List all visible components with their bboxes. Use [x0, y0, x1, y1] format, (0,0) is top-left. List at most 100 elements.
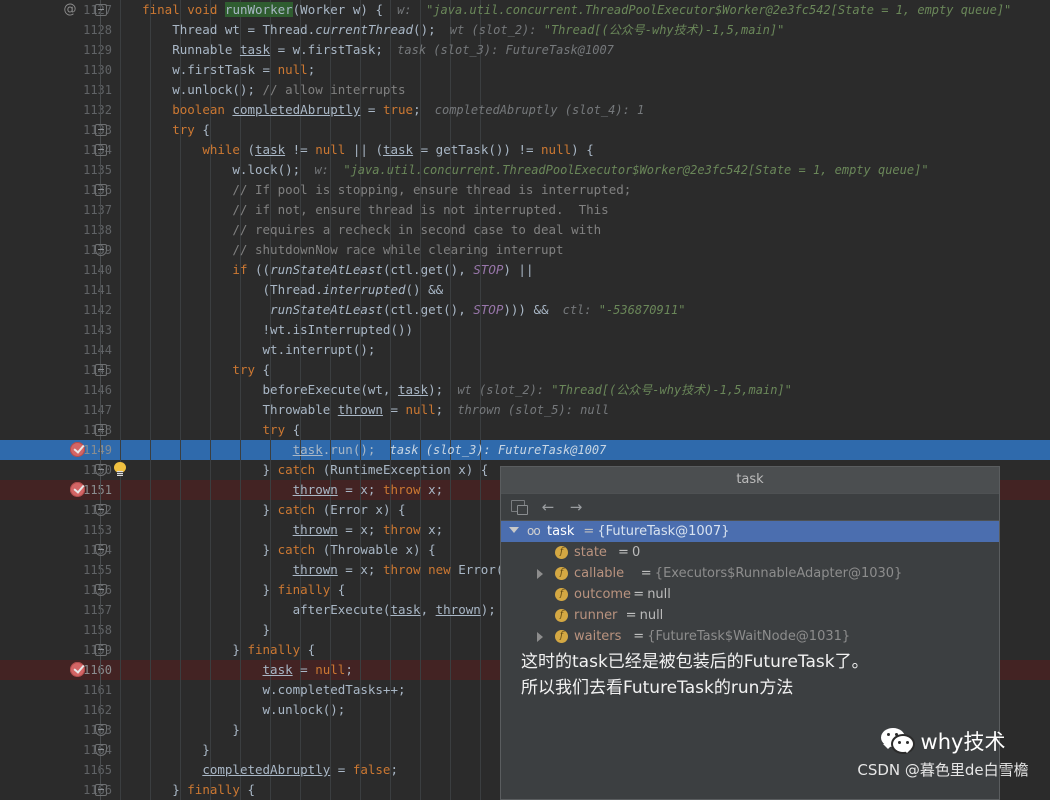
chevron-right-icon[interactable] — [537, 569, 543, 579]
code-token: } — [112, 542, 278, 557]
code-line[interactable]: 1134 while (task != null || (task = getT… — [0, 140, 1050, 160]
code-line[interactable]: 1136 // If pool is stopping, ensure thre… — [0, 180, 1050, 200]
fold-toggle-icon[interactable] — [95, 464, 107, 476]
editor-gutter[interactable]: 1157 — [0, 600, 112, 620]
code-token: try — [172, 122, 195, 137]
frame-icon[interactable] — [511, 499, 529, 515]
code-line[interactable]: 1130 w.firstTask = null; — [0, 60, 1050, 80]
editor-gutter[interactable]: 1149 — [0, 440, 112, 460]
editor-gutter[interactable]: 1162 — [0, 700, 112, 720]
fold-toggle-icon[interactable] — [95, 644, 107, 656]
code-line[interactable]: 1138 // requires a recheck in second cas… — [0, 220, 1050, 240]
variables-tree[interactable]: oo task = {FutureTask@1007} f state = 0 f callabl… — [501, 521, 999, 647]
fold-toggle-icon[interactable] — [95, 4, 107, 16]
variable-row[interactable]: f outcome = null — [501, 584, 999, 605]
code-line[interactable]: 1132 boolean completedAbruptly = true; c… — [0, 100, 1050, 120]
editor-gutter[interactable]: 1140 — [0, 260, 112, 280]
chevron-down-icon[interactable] — [509, 527, 519, 533]
editor-gutter[interactable]: 1161 — [0, 680, 112, 700]
indent-guide — [450, 60, 451, 80]
editor-gutter[interactable]: 1147 — [0, 400, 112, 420]
code-line[interactable]: 1135 w.lock(); w: "java.util.concurrent.… — [0, 160, 1050, 180]
editor-gutter[interactable]: 1155 — [0, 560, 112, 580]
variable-row[interactable]: f waiters = {FutureTask$WaitNode@1031} — [501, 626, 999, 647]
editor-gutter[interactable]: 1143 — [0, 320, 112, 340]
variable-row[interactable]: oo task = {FutureTask@1007} — [501, 521, 999, 542]
code-line[interactable]: 1149 task.run(); task (slot_3): FutureTa… — [0, 440, 1050, 460]
variable-row[interactable]: f state = 0 — [501, 542, 999, 563]
editor-gutter[interactable]: 1144 — [0, 340, 112, 360]
editor-gutter[interactable]: 1138 — [0, 220, 112, 240]
editor-gutter[interactable]: 1132 — [0, 100, 112, 120]
variable-row[interactable]: f callable = {Executors$RunnableAdapter@103… — [501, 563, 999, 584]
code-token: = x; — [337, 562, 383, 577]
indent-guide — [420, 500, 421, 520]
fold-toggle-icon[interactable] — [95, 744, 107, 756]
editor-gutter[interactable]: 1128 — [0, 20, 112, 40]
editor-gutter[interactable]: 1146 — [0, 380, 112, 400]
code-line[interactable]: 1128 Thread wt = Thread.currentThread();… — [0, 20, 1050, 40]
breakpoint-icon[interactable] — [70, 482, 85, 497]
fold-toggle-icon[interactable] — [95, 364, 107, 376]
code-token: } — [112, 462, 278, 477]
code-line[interactable]: 1145 try { — [0, 360, 1050, 380]
fold-toggle-icon[interactable] — [95, 124, 107, 136]
code-line[interactable]: 1137 // if not, ensure thread is not int… — [0, 200, 1050, 220]
hint-label: w: — [382, 3, 427, 17]
fold-toggle-icon[interactable] — [95, 724, 107, 736]
editor-gutter[interactable]: 1129 — [0, 40, 112, 60]
editor-gutter[interactable]: 1131 — [0, 80, 112, 100]
editor-gutter[interactable]: 1137 — [0, 200, 112, 220]
editor-gutter[interactable]: 1160 — [0, 660, 112, 680]
chevron-right-icon[interactable] — [537, 632, 543, 642]
indent-guide — [420, 340, 421, 360]
indent-guide — [420, 120, 421, 140]
arrow-left-icon[interactable]: ← — [539, 499, 557, 515]
code-line[interactable]: 1141 (Thread.interrupted() && — [0, 280, 1050, 300]
fold-toggle-icon[interactable] — [95, 144, 107, 156]
fold-toggle-icon[interactable] — [95, 244, 107, 256]
fold-toggle-icon[interactable] — [95, 184, 107, 196]
hint-value: "java.util.concurrent.ThreadPoolExecutor… — [343, 163, 929, 177]
code-line[interactable]: 1144 wt.interrupt(); — [0, 340, 1050, 360]
code-line[interactable]: 1129 Runnable task = w.firstTask; task (… — [0, 40, 1050, 60]
editor-gutter[interactable]: 1165 — [0, 760, 112, 780]
editor-gutter[interactable]: 1141 — [0, 280, 112, 300]
code-line[interactable]: 1142 runStateAtLeast(ctl.get(), STOP))) … — [0, 300, 1050, 320]
indent-guide — [270, 360, 271, 380]
code-token: thrown — [292, 562, 338, 577]
editor-gutter[interactable]: 1135 — [0, 160, 112, 180]
editor-gutter[interactable]: 1130 — [0, 60, 112, 80]
breakpoint-icon[interactable] — [70, 662, 85, 677]
line-number: 1129 — [83, 43, 112, 57]
arrow-right-icon[interactable]: → — [567, 499, 585, 515]
fold-toggle-icon[interactable] — [95, 504, 107, 516]
editor-gutter[interactable]: 1142 — [0, 300, 112, 320]
editor-gutter[interactable]: 1158 — [0, 620, 112, 640]
variable-row[interactable]: f runner = null — [501, 605, 999, 626]
fold-toggle-icon[interactable] — [95, 424, 107, 436]
code-line[interactable]: 1140 if ((runStateAtLeast(ctl.get(), STO… — [0, 260, 1050, 280]
line-number: 1146 — [83, 383, 112, 397]
code-line[interactable]: 1143 !wt.isInterrupted()) — [0, 320, 1050, 340]
variable-value: null — [639, 608, 664, 623]
indent-guide — [420, 660, 421, 680]
fold-toggle-icon[interactable] — [95, 544, 107, 556]
code-line[interactable]: 1146 beforeExecute(wt, task); wt (slot_2… — [0, 380, 1050, 400]
code-line[interactable]: 1147 Throwable thrown = null; thrown (sl… — [0, 400, 1050, 420]
code-token: while — [202, 142, 240, 157]
fold-toggle-icon[interactable] — [95, 784, 107, 796]
popup-toolbar[interactable]: ← → — [501, 494, 999, 521]
code-line[interactable]: 1133 try { — [0, 120, 1050, 140]
code-token: (ctl.get(), — [382, 302, 474, 317]
annotation-marker-icon[interactable]: @ — [62, 1, 78, 19]
code-line[interactable]: 1131 w.unlock(); // allow interrupts — [0, 80, 1050, 100]
breakpoint-icon[interactable] — [70, 442, 85, 457]
code-line[interactable]: 1148 try { — [0, 420, 1050, 440]
code-line[interactable]: 1127 @ final void runWorker(Worker w) { w… — [0, 0, 1050, 20]
line-number: 1144 — [83, 343, 112, 357]
editor-gutter[interactable]: 1153 — [0, 520, 112, 540]
code-line[interactable]: 1139 // shutdownNow race while clearing … — [0, 240, 1050, 260]
fold-toggle-icon[interactable] — [95, 584, 107, 596]
editor-gutter[interactable]: 1151 — [0, 480, 112, 500]
